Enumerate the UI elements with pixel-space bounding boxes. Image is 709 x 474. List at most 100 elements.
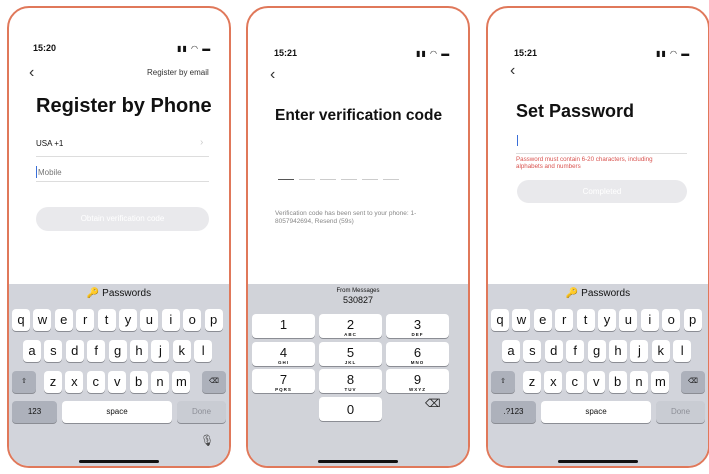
back-chevron-icon[interactable]: ‹: [29, 64, 34, 82]
key-w[interactable]: w: [33, 309, 52, 331]
numpad-key-8[interactable]: 8 TUV: [319, 369, 382, 393]
key-k[interactable]: k: [651, 340, 670, 362]
key-d[interactable]: d: [544, 340, 563, 362]
key-h[interactable]: h: [130, 340, 148, 362]
numpad-key-3[interactable]: 3 DEF: [386, 314, 449, 338]
delete-icon[interactable]: ⌫: [425, 397, 441, 410]
key-a[interactable]: a: [23, 340, 41, 362]
phone-screen-register-phone: 15:20 ▮▮ ◠ ▬ ‹ Register by email Registe…: [7, 6, 231, 468]
key-v[interactable]: v: [108, 371, 127, 393]
key-r[interactable]: r: [555, 309, 574, 331]
code-digit-slot[interactable]: [341, 179, 357, 180]
numbers-key[interactable]: .?123: [491, 401, 536, 423]
otp-suggestion[interactable]: From Messages 530827: [248, 288, 468, 305]
numpad-key-6[interactable]: 6 MNO: [386, 341, 449, 366]
delete-icon[interactable]: ⌫: [681, 371, 705, 393]
numpad-digit: 3: [413, 317, 422, 332]
completed-button[interactable]: Completed: [517, 180, 687, 203]
key-q[interactable]: q: [491, 309, 509, 331]
numpad-key-0[interactable]: 0: [319, 396, 382, 421]
key-m[interactable]: m: [172, 371, 191, 393]
key-icon: 🔑: [86, 288, 100, 299]
key-n[interactable]: n: [630, 371, 648, 393]
key-e[interactable]: e: [54, 309, 73, 331]
numpad-key-2[interactable]: 2 ABC: [319, 314, 382, 338]
chevron-right-icon[interactable]: ›: [200, 137, 203, 148]
space-key[interactable]: space: [62, 401, 172, 423]
register-by-email-link[interactable]: Register by email: [147, 68, 209, 77]
key-x[interactable]: x: [65, 371, 84, 393]
key-j[interactable]: j: [151, 340, 170, 362]
key-z[interactable]: z: [523, 371, 541, 393]
key-y[interactable]: y: [119, 309, 137, 331]
key-u[interactable]: u: [140, 309, 159, 331]
key-d[interactable]: d: [65, 340, 84, 362]
code-digit-slot[interactable]: [299, 179, 315, 180]
key-g[interactable]: g: [108, 340, 127, 362]
key-l[interactable]: l: [194, 340, 213, 362]
key-h[interactable]: h: [609, 340, 627, 362]
shift-icon[interactable]: ⇧: [12, 371, 36, 393]
key-b[interactable]: b: [129, 371, 148, 393]
key-a[interactable]: a: [502, 340, 520, 362]
key-f[interactable]: f: [566, 340, 585, 362]
numpad-key-7[interactable]: 7 PQRS: [252, 369, 315, 393]
key-p[interactable]: p: [204, 309, 223, 331]
key-z[interactable]: z: [44, 371, 62, 393]
key-g[interactable]: g: [587, 340, 606, 362]
key-c[interactable]: c: [565, 371, 584, 393]
key-i[interactable]: i: [640, 309, 659, 331]
back-chevron-icon[interactable]: ‹: [270, 66, 275, 84]
back-chevron-icon[interactable]: ‹: [510, 62, 515, 80]
key-y[interactable]: y: [598, 309, 616, 331]
numpad-key-1[interactable]: 1: [252, 314, 315, 338]
numpad-key-5[interactable]: 5 JKL: [319, 341, 382, 366]
shift-icon[interactable]: ⇧: [491, 371, 515, 393]
space-key[interactable]: space: [541, 401, 651, 423]
key-i[interactable]: i: [161, 309, 180, 331]
key-e[interactable]: e: [533, 309, 552, 331]
key-m[interactable]: m: [651, 371, 670, 393]
obtain-code-button[interactable]: Obtain verification code: [36, 207, 209, 231]
key-l[interactable]: l: [673, 340, 692, 362]
delete-icon[interactable]: ⌫: [202, 371, 226, 393]
key-o[interactable]: o: [183, 309, 202, 331]
key-x[interactable]: x: [544, 371, 563, 393]
status-icons: ▮▮ ◠ ▬: [177, 44, 211, 53]
key-p[interactable]: p: [683, 309, 702, 331]
numpad-key-4[interactable]: 4 GHI: [252, 341, 315, 366]
microphone-icon[interactable]: 🎙: [200, 434, 214, 447]
country-selector[interactable]: USA +1: [36, 139, 63, 148]
key-j[interactable]: j: [630, 340, 649, 362]
key-f[interactable]: f: [87, 340, 106, 362]
key-k[interactable]: k: [172, 340, 191, 362]
done-key[interactable]: Done: [177, 401, 226, 423]
key-q[interactable]: q: [12, 309, 30, 331]
key-o[interactable]: o: [662, 309, 681, 331]
key-w[interactable]: w: [512, 309, 531, 331]
numpad-letters: GHI: [277, 359, 289, 365]
battery-icon: ▬: [441, 49, 451, 58]
code-digit-slot[interactable]: [278, 179, 294, 180]
numbers-key[interactable]: 123: [12, 401, 57, 423]
key-c[interactable]: c: [86, 371, 105, 393]
key-t[interactable]: t: [576, 309, 595, 331]
done-key[interactable]: Done: [656, 401, 705, 423]
key-s[interactable]: s: [44, 340, 63, 362]
code-digit-slot[interactable]: [320, 179, 336, 180]
code-digit-slot[interactable]: [362, 179, 378, 180]
key-t[interactable]: t: [97, 309, 116, 331]
numpad-key-9[interactable]: 9 WXYZ: [386, 369, 449, 393]
mobile-input[interactable]: [37, 165, 198, 179]
passwords-suggestion[interactable]: 🔑 Passwords: [9, 284, 229, 304]
key-s[interactable]: s: [523, 340, 542, 362]
password-input-underline[interactable]: [516, 153, 687, 154]
key-u[interactable]: u: [619, 309, 638, 331]
key-v[interactable]: v: [587, 371, 606, 393]
key-r[interactable]: r: [76, 309, 95, 331]
code-digit-slot[interactable]: [383, 179, 399, 180]
key-b[interactable]: b: [608, 371, 627, 393]
key-n[interactable]: n: [151, 371, 169, 393]
numpad-letters: ABC: [344, 332, 357, 337]
passwords-suggestion[interactable]: 🔑 Passwords: [488, 284, 708, 304]
